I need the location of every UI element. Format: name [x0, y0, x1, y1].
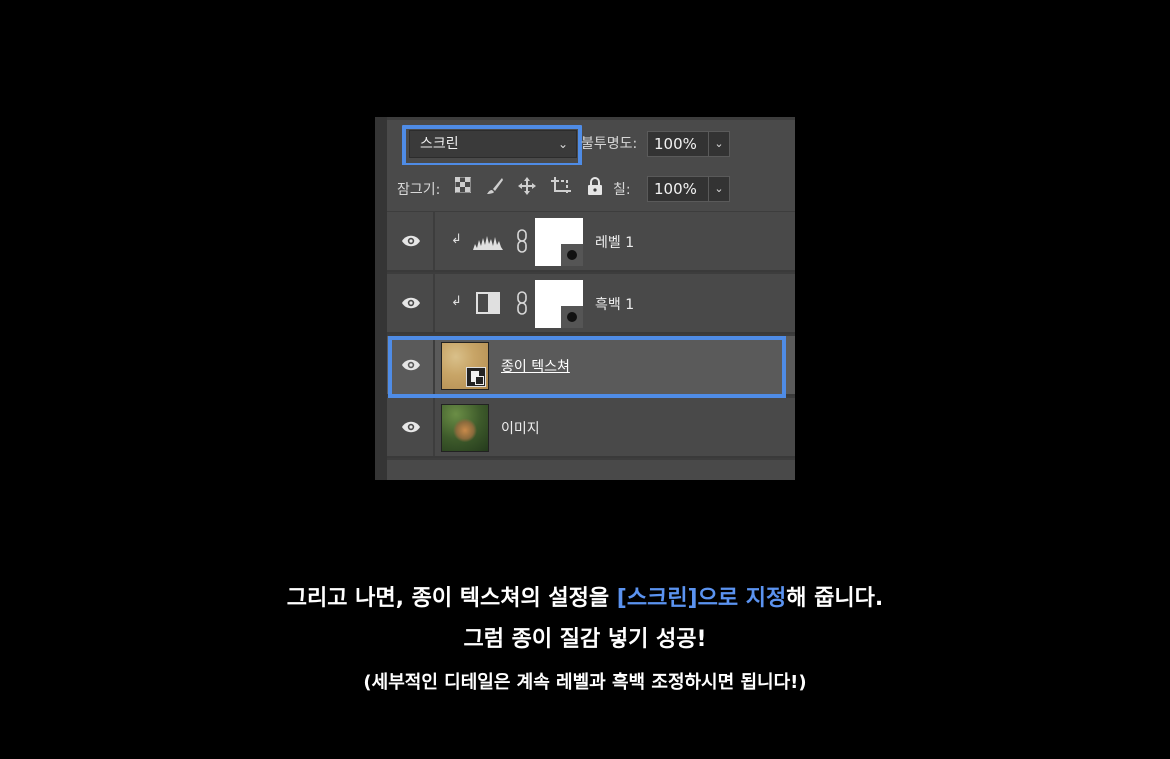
layers-panel: 스크린 ⌄ 불투명도: 100% ⌄ 잠그기: 칠: 100% ⌄ ↲ 레벨 1…: [375, 117, 795, 480]
eye-icon: [402, 297, 420, 309]
link-chain-icon[interactable]: [515, 291, 529, 315]
blend-opacity-row: 스크린 ⌄ 불투명도: 100% ⌄: [387, 120, 795, 167]
opacity-input[interactable]: 100%: [647, 131, 709, 157]
lock-icon[interactable]: [585, 177, 605, 197]
levels-histogram-icon: [473, 236, 503, 250]
caption-text: 그리고 나면, 종이 텍스쳐의 설정을: [286, 586, 617, 611]
paper-texture-highlight: [388, 336, 786, 398]
eye-icon: [402, 421, 420, 433]
layer-levels-1[interactable]: ↲ 레벨 1: [387, 212, 795, 272]
caption-text: 해 줍니다.: [786, 586, 884, 611]
layer-name: 흑백 1: [595, 297, 635, 313]
caption-line-3: (세부적인 디테일은 계속 레벨과 흑백 조정하시면 됩니다!): [363, 672, 807, 693]
layer-name: 이미지: [501, 421, 540, 437]
blend-mode-highlight: [402, 125, 582, 167]
layer-image[interactable]: 이미지: [387, 398, 795, 458]
lock-label: 잠그기:: [397, 182, 441, 198]
brush-icon[interactable]: [485, 177, 505, 197]
eye-icon: [402, 235, 420, 247]
caption-highlight: [스크린]으로 지정: [616, 586, 787, 611]
fill-dropdown-button[interactable]: ⌄: [708, 176, 730, 202]
layer-black-white-1[interactable]: ↲ 흑백 1: [387, 274, 795, 334]
visibility-toggle[interactable]: [387, 398, 435, 456]
opacity-label: 불투명도:: [581, 136, 638, 152]
mask-badge-icon: [561, 244, 583, 266]
visibility-toggle[interactable]: [387, 212, 435, 270]
layers-empty-space: [387, 460, 795, 480]
visibility-toggle[interactable]: [387, 274, 435, 332]
layer-mask-thumbnail[interactable]: [535, 280, 583, 328]
layer-thumbnail[interactable]: [441, 404, 489, 452]
layer-name: 레벨 1: [595, 235, 635, 251]
panel-edge: [375, 117, 387, 480]
fill-input[interactable]: 100%: [647, 176, 709, 202]
fill-label: 칠:: [613, 182, 631, 198]
layer-mask-thumbnail[interactable]: [535, 218, 583, 266]
mask-badge-icon: [561, 306, 583, 328]
clipping-arrow-icon: ↲: [451, 232, 462, 247]
artboard-crop-icon[interactable]: [551, 177, 571, 197]
caption-line-2: 그럼 종이 질감 넣기 성공!: [463, 627, 707, 652]
black-white-adjustment-icon: [476, 292, 500, 314]
lock-fill-row: 잠그기: 칠: 100% ⌄: [387, 165, 795, 211]
caption-line-1: 그리고 나면, 종이 텍스쳐의 설정을 [스크린]으로 지정해 줍니다.: [0, 580, 1170, 612]
move-icon[interactable]: [517, 177, 537, 197]
clipping-arrow-icon: ↲: [451, 294, 462, 309]
link-chain-icon[interactable]: [515, 229, 529, 253]
opacity-dropdown-button[interactable]: ⌄: [708, 131, 730, 157]
lock-transparent-pixels-icon[interactable]: [453, 176, 473, 197]
